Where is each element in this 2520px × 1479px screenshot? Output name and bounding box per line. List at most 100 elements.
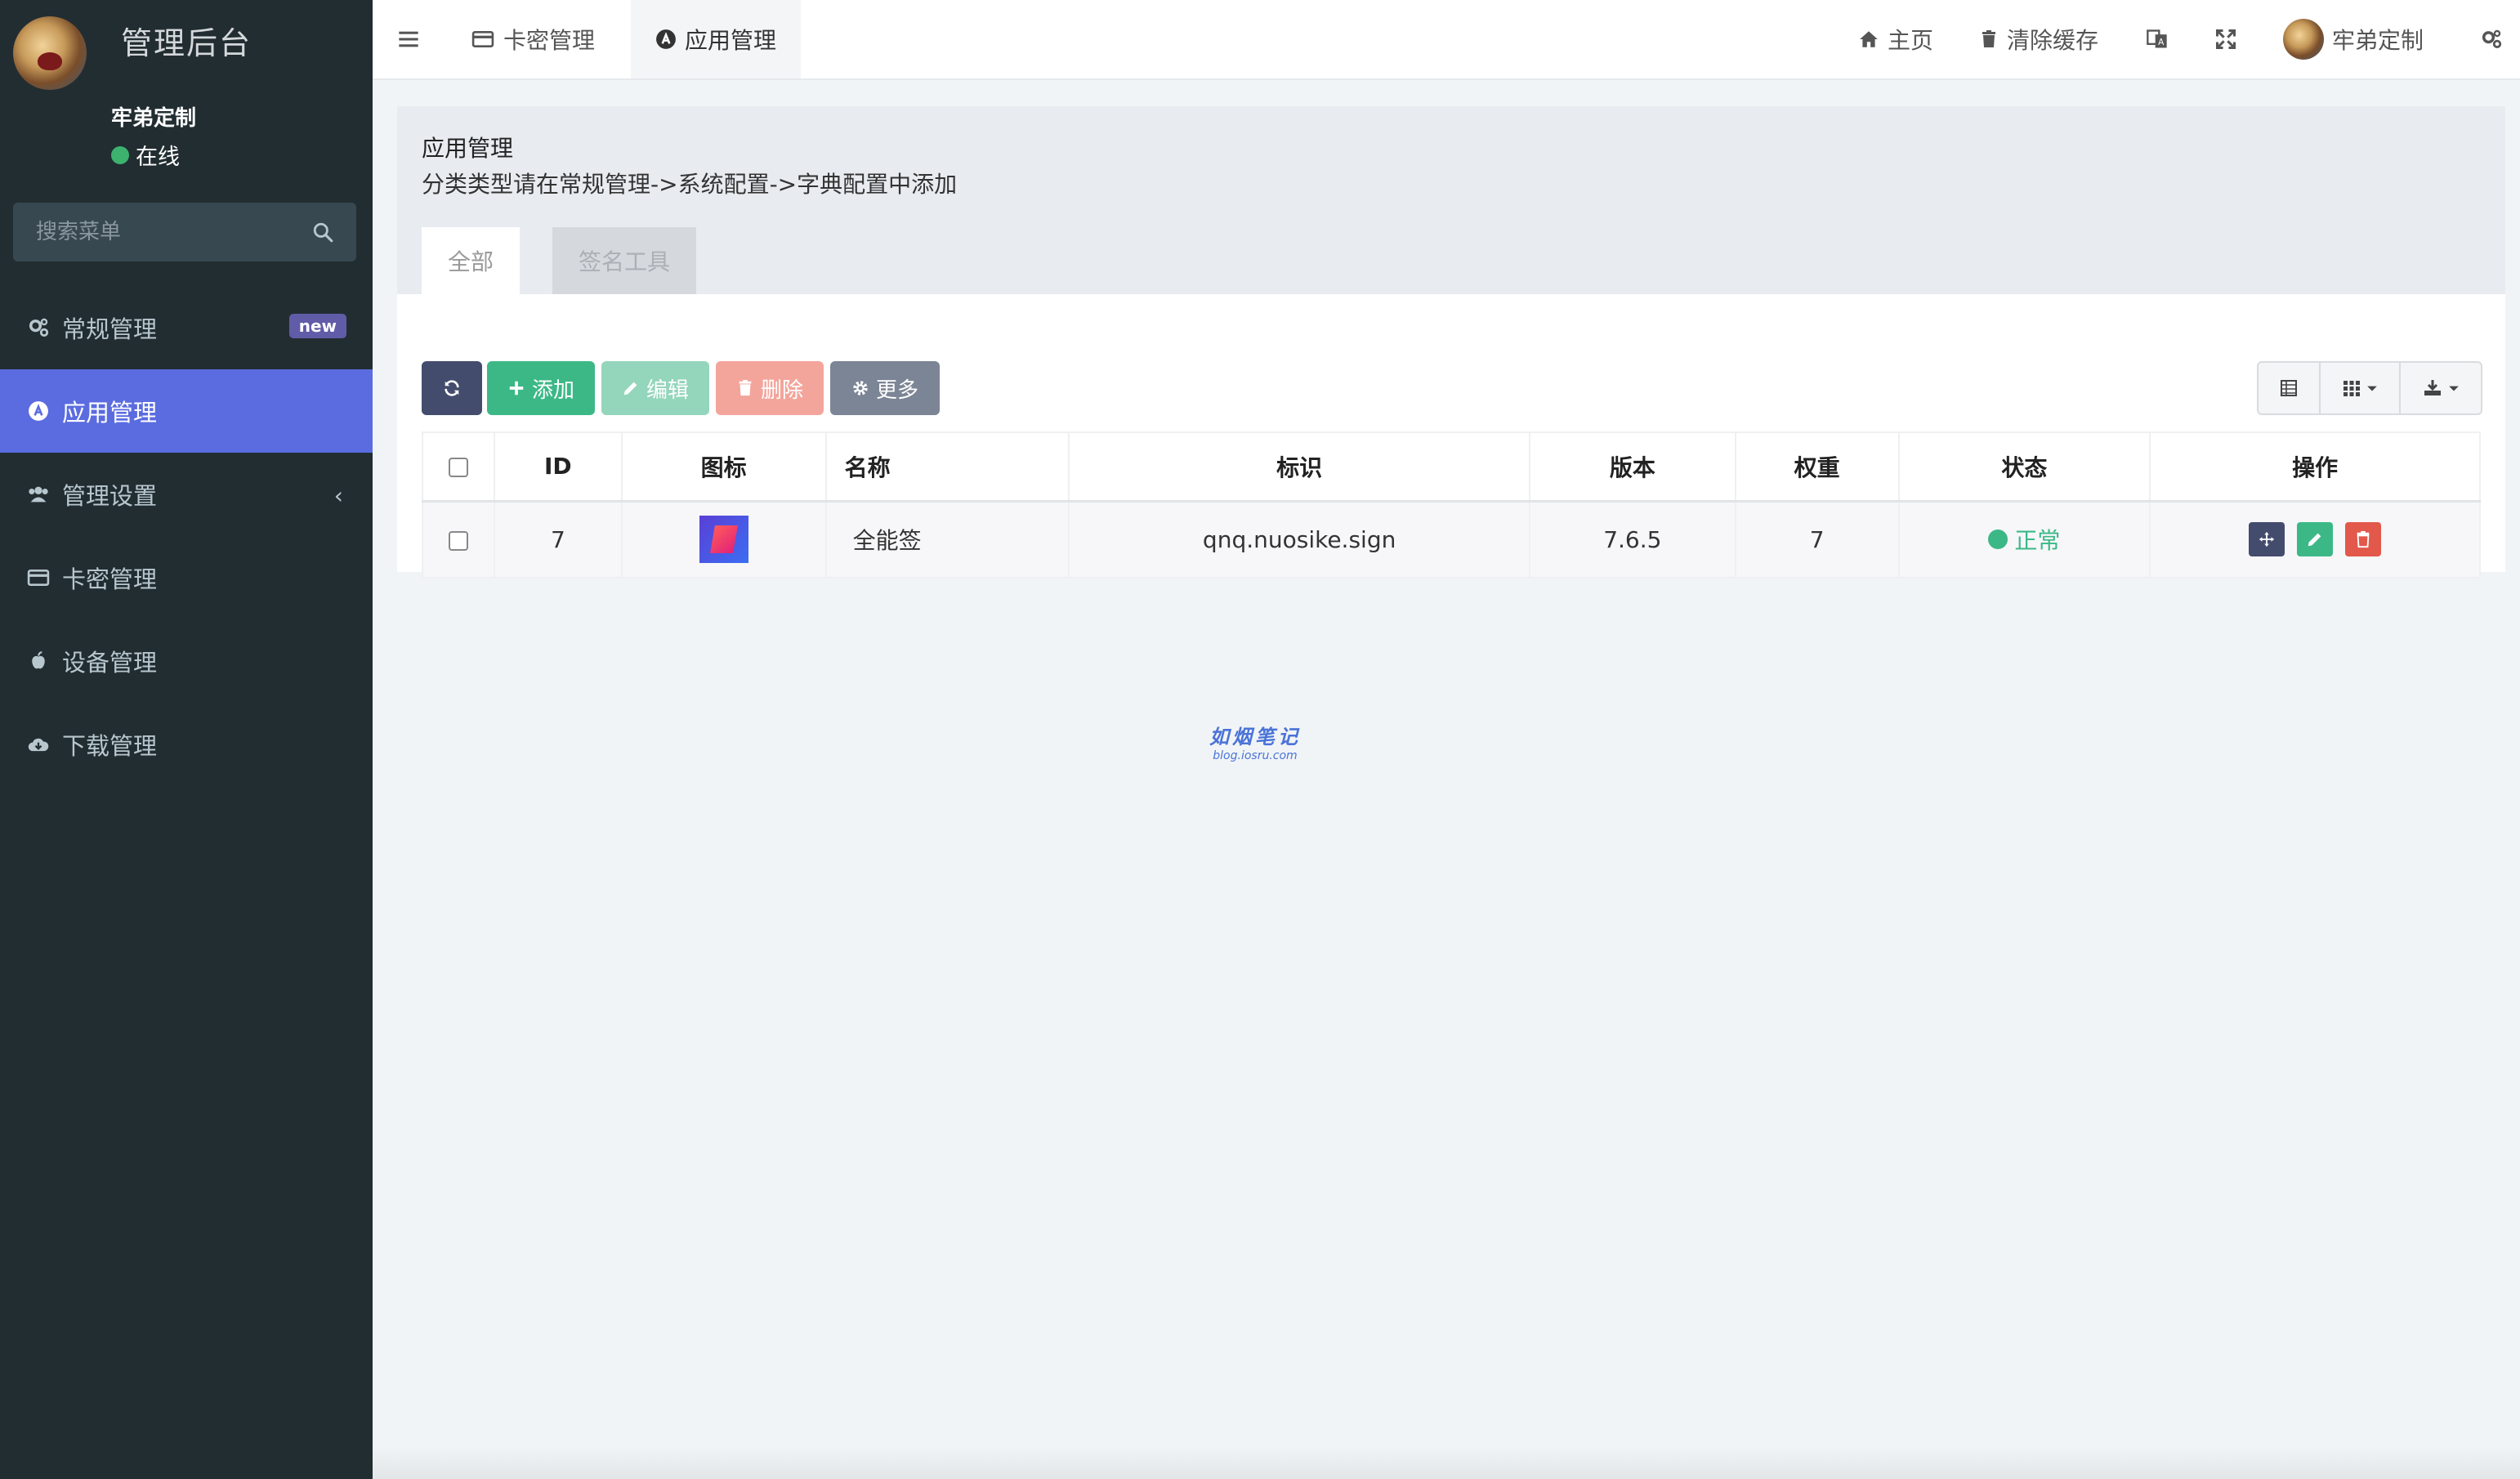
table-tools — [2257, 361, 2482, 415]
pencil-icon — [623, 382, 637, 395]
page-subtitle: 分类类型请在常规管理->系统配置->字典配置中添加 — [422, 171, 958, 198]
menu-search — [13, 203, 356, 261]
panel-heading: 应用管理 分类类型请在常规管理->系统配置->字典配置中添加 全部 签名工具 — [397, 106, 2505, 294]
sidebar-item-label: 应用管理 — [62, 399, 158, 427]
add-label: 添加 — [531, 378, 574, 403]
translate-icon: A — [2147, 29, 2167, 48]
trash-icon — [739, 379, 752, 396]
sidebar-item-cards[interactable]: 卡密管理 — [0, 536, 373, 619]
page-title: 应用管理 — [422, 135, 514, 162]
sidebar-toggle[interactable] — [397, 0, 420, 78]
tab-label: 卡密管理 — [503, 27, 596, 54]
pencil-icon — [2308, 533, 2321, 547]
watermark-url: blog.iosru.com — [1213, 749, 1298, 762]
sidebar-item-label: 下载管理 — [62, 732, 158, 760]
main-content: 应用管理 分类类型请在常规管理->系统配置->字典配置中添加 全部 签名工具 添… — [373, 80, 2520, 1479]
add-button[interactable]: 添加 — [487, 361, 595, 415]
drag-sort-button[interactable] — [2249, 522, 2285, 557]
top-navbar: 卡密管理 应用管理 主页 清除缓存 A 牢弟定制 — [373, 0, 2520, 80]
user-name: 牢弟定制 — [2332, 27, 2424, 54]
tab-cards[interactable]: 卡密管理 — [471, 0, 595, 78]
cogs-icon — [2482, 29, 2502, 48]
sidebar-item-label: 常规管理 — [62, 315, 158, 343]
avatar — [2283, 19, 2324, 60]
column-header[interactable]: 权重 — [1734, 431, 1900, 503]
sidebar-item-label: 卡密管理 — [62, 565, 158, 593]
language-button[interactable]: A — [2146, 0, 2169, 78]
refresh-icon — [445, 380, 459, 396]
toggle-view-button[interactable] — [2259, 363, 2321, 413]
sidebar-item-label: 设备管理 — [62, 649, 158, 677]
new-badge: new — [288, 314, 346, 338]
more-button[interactable]: 更多 — [830, 361, 940, 415]
search-icon[interactable] — [312, 221, 333, 243]
app-store-icon — [26, 399, 51, 423]
column-header: 操作 — [2149, 431, 2481, 503]
row-edit-button[interactable] — [2297, 522, 2334, 557]
export-button[interactable] — [2401, 363, 2481, 413]
clear-cache-label: 清除缓存 — [2007, 27, 2099, 54]
row-select-cell — [422, 500, 495, 579]
sidebar-item-downloads[interactable]: 下载管理 — [0, 703, 373, 786]
cell-name: 全能签 — [824, 500, 1070, 579]
home-icon — [1860, 31, 1878, 47]
hamburger-icon — [399, 31, 418, 47]
caret-down-icon — [2367, 386, 2377, 391]
cloud-download-icon — [26, 732, 51, 757]
refresh-button[interactable] — [422, 361, 482, 415]
table-view-icon — [2281, 380, 2297, 396]
table-header-row: ID 图标 名称 标识 版本 权重 状态 操作 — [422, 431, 2481, 503]
tab-label: 应用管理 — [685, 27, 777, 54]
bottom-shadow — [373, 1446, 2520, 1479]
row-delete-button[interactable] — [2345, 522, 2382, 557]
tab-apps[interactable]: 应用管理 — [631, 0, 802, 78]
watermark-title: 如烟笔记 — [1209, 726, 1301, 748]
edit-label: 编辑 — [646, 378, 689, 403]
app-panel: 应用管理 分类类型请在常规管理->系统配置->字典配置中添加 全部 签名工具 添… — [397, 106, 2505, 579]
tab-all[interactable]: 全部 — [422, 227, 521, 294]
more-label: 更多 — [875, 378, 918, 403]
credit-card-icon — [26, 565, 51, 590]
row-checkbox[interactable] — [448, 530, 468, 551]
sidebar-item-devices[interactable]: 设备管理 — [0, 619, 373, 703]
delete-button[interactable]: 删除 — [716, 361, 824, 415]
move-icon — [2259, 532, 2275, 547]
apple-icon — [26, 649, 51, 673]
edit-button[interactable]: 编辑 — [601, 361, 709, 415]
table-row[interactable]: 7 全能签 qnq.nuosike.sign 7.6.5 7 正常 — [422, 500, 2481, 579]
cell-weight: 7 — [1734, 500, 1900, 579]
cell-id: 7 — [493, 500, 623, 579]
settings-button[interactable] — [2479, 0, 2504, 78]
sidebar-user-name: 牢弟定制 — [111, 106, 197, 131]
svg-text:A: A — [2158, 38, 2165, 47]
column-header[interactable]: ID — [493, 431, 623, 503]
fullscreen-icon — [2215, 29, 2236, 50]
cell-version: 7.6.5 — [1528, 500, 1736, 579]
sidebar-item-general[interactable]: 常规管理 new — [0, 286, 373, 369]
credit-card-icon — [471, 31, 494, 47]
fullscreen-button[interactable] — [2214, 0, 2237, 78]
home-label: 主页 — [1888, 27, 1934, 54]
select-all-checkbox[interactable] — [448, 458, 468, 478]
tab-sign-tools[interactable]: 签名工具 — [552, 227, 697, 294]
gear-icon — [853, 381, 868, 395]
column-header: 版本 — [1528, 431, 1736, 503]
grid-icon — [2344, 381, 2360, 396]
sidebar-item-admin-settings[interactable]: 管理设置 ‹ — [0, 453, 373, 536]
user-menu[interactable]: 牢弟定制 — [2283, 0, 2424, 78]
column-header: 图标 — [620, 431, 827, 503]
user-status: 在线 — [111, 139, 180, 171]
menu-search-input[interactable] — [36, 220, 312, 244]
apps-table: ID 图标 名称 标识 版本 权重 状态 操作 7 全能签 qnq.nuosik… — [422, 431, 2481, 579]
online-dot-icon — [111, 145, 129, 164]
home-link[interactable]: 主页 — [1858, 0, 1933, 78]
columns-button[interactable] — [2321, 363, 2401, 413]
clear-cache-button[interactable]: 清除缓存 — [1979, 0, 2098, 78]
users-icon — [26, 482, 51, 507]
column-header: 名称 — [824, 431, 1070, 503]
user-status-label: 在线 — [136, 145, 180, 170]
sidebar-item-apps[interactable]: 应用管理 — [0, 369, 373, 453]
select-all-cell — [422, 431, 495, 503]
app-store-icon — [656, 29, 676, 49]
cell-identifier: qnq.nuosike.sign — [1068, 500, 1530, 579]
